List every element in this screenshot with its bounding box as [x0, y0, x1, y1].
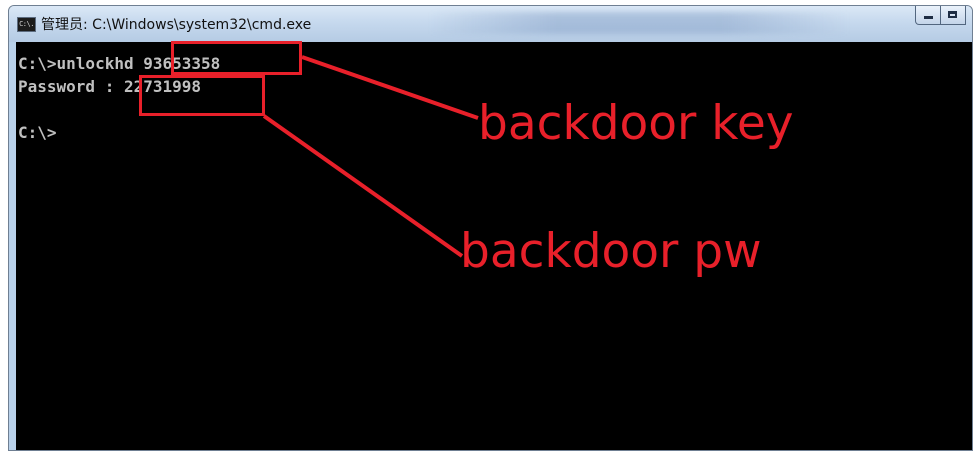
- backdoor-key-label: backdoor key: [478, 96, 794, 151]
- caption-buttons: [915, 6, 966, 26]
- title-bar-blur: [429, 12, 849, 34]
- backdoor-pw-highlight: [139, 75, 265, 116]
- backdoor-pw-label: backdoor pw: [460, 224, 762, 279]
- maximize-icon: [948, 11, 957, 18]
- minimize-button[interactable]: [915, 6, 941, 25]
- cmd-icon[interactable]: C:\.: [17, 17, 36, 32]
- maximize-button[interactable]: [941, 6, 966, 25]
- console-line-prompt: C:\>: [18, 123, 57, 142]
- title-bar[interactable]: C:\. 管理员: C:\Windows\system32\cmd.exe: [9, 6, 972, 42]
- backdoor-key-highlight: [171, 41, 302, 75]
- minimize-icon: [924, 16, 933, 19]
- window-title: 管理员: C:\Windows\system32\cmd.exe: [41, 17, 312, 33]
